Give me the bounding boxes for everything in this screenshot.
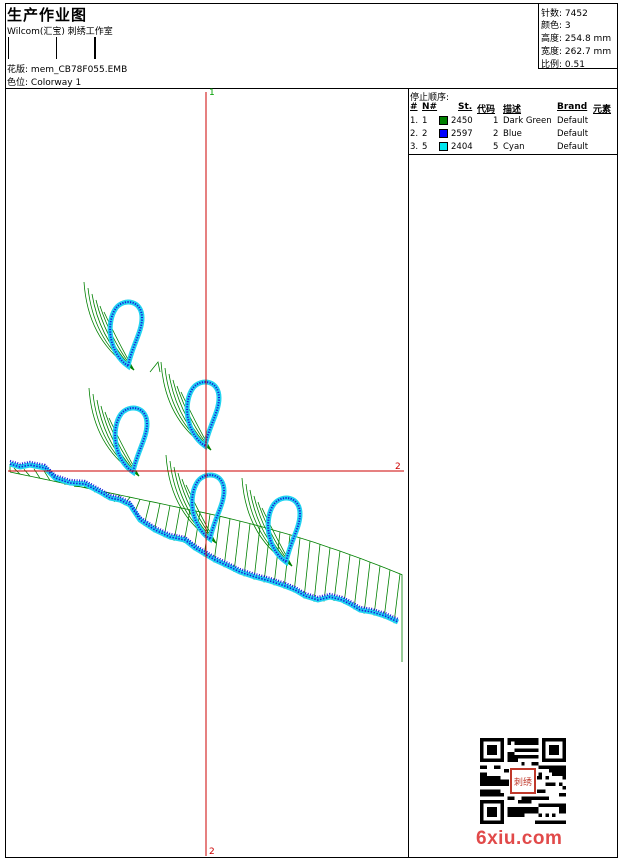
stat-scale: 比例: 0.51 xyxy=(541,60,585,70)
motif xyxy=(241,477,303,567)
seal-icon: 刺绣 xyxy=(509,767,537,795)
color-swatch xyxy=(439,116,448,125)
seal-text: 刺绣 xyxy=(514,776,532,788)
stat-height: 高度: 254.8 mm xyxy=(541,34,612,44)
color-swatch xyxy=(439,129,448,138)
color-swatch xyxy=(439,142,448,151)
stat-width: 宽度: 262.7 mm xyxy=(541,47,612,57)
qr-code[interactable]: 刺绣 xyxy=(480,738,566,824)
colorway-label: 色位: xyxy=(7,78,29,88)
motif xyxy=(165,454,227,544)
page-title: 生产作业图 xyxy=(7,6,88,24)
col-stitches: St. xyxy=(458,102,473,112)
stat-colors: 颜色: 3 xyxy=(541,21,571,31)
col-brand: Brand xyxy=(557,102,588,112)
company-name: Wilcom(汇宝) 刺绣工作室 xyxy=(7,27,113,37)
motif xyxy=(88,387,150,477)
col-element: 元素 xyxy=(593,105,612,115)
col-code: 代码 xyxy=(477,105,496,115)
col-needle: N# xyxy=(422,102,438,112)
axis-label-right: 2 xyxy=(395,462,401,472)
design-canvas[interactable] xyxy=(5,89,408,858)
colorway: 色位: Colorway 1 xyxy=(7,75,81,88)
watermark-logo: 6xiu.com xyxy=(476,828,563,849)
axis-label-bottom: 2 xyxy=(209,847,215,857)
design-name: 花版: mem_CB78F055.EMB xyxy=(7,62,127,75)
motif xyxy=(83,281,145,371)
colorway-value: Colorway 1 xyxy=(30,78,82,88)
col-num: # xyxy=(410,102,418,112)
motif xyxy=(160,361,222,451)
design-value: mem_CB78F055.EMB xyxy=(30,65,128,75)
col-desc: 描述 xyxy=(503,105,522,115)
barcode xyxy=(8,37,96,59)
axis-label-top: 1 xyxy=(209,88,215,98)
design-label: 花版: xyxy=(7,65,29,75)
